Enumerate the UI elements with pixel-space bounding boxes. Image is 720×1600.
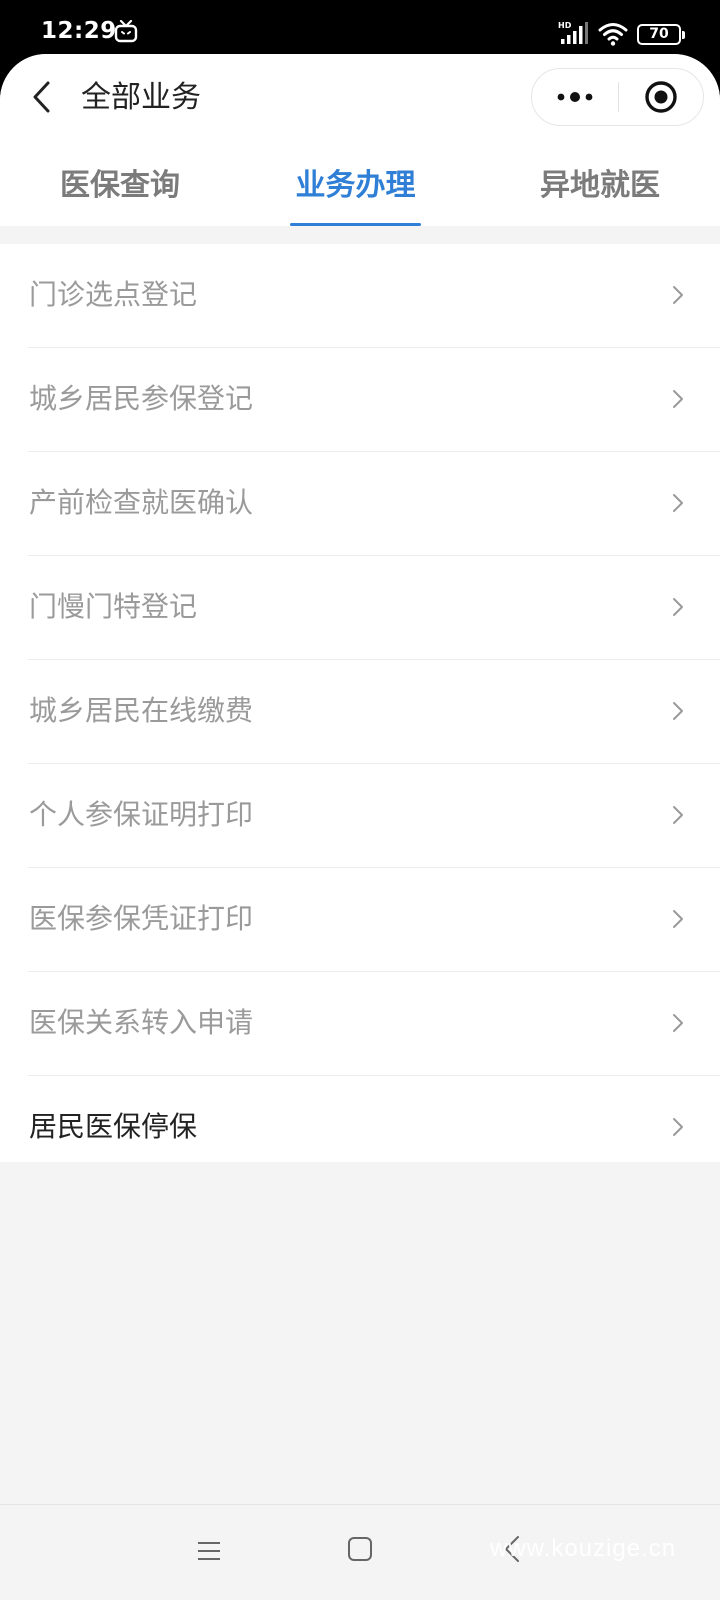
chevron-right-icon xyxy=(673,286,683,304)
service-list: 门诊选点登记 城乡居民参保登记 产前检查就医确认 门慢门特登记 城乡居民在线缴费 xyxy=(0,244,720,1162)
list-item-label: 门诊选点登记 xyxy=(29,278,198,311)
list-item-label: 个人参保证明打印 xyxy=(29,798,254,831)
tab-medical-query[interactable]: 医保查询 xyxy=(60,158,180,226)
chevron-right-icon xyxy=(673,1118,683,1136)
tab-label: 业务办理 xyxy=(295,168,416,203)
phone-screen: 12:29 HD 70 全部业务 医保查询 业务办理 异地就医 门诊选点登记 城… xyxy=(0,0,720,1600)
battery-level: 70 xyxy=(649,26,669,42)
tab-label: 异地就医 xyxy=(540,168,660,203)
list-item-enrollment-certificate-print[interactable]: 个人参保证明打印 xyxy=(0,764,720,868)
header: 全部业务 医保查询 业务办理 异地就医 xyxy=(0,54,720,226)
wifi-icon xyxy=(598,23,628,46)
list-item-suspend-insurance[interactable]: 居民医保停保 xyxy=(0,1076,720,1180)
network-label: HD xyxy=(558,21,572,30)
page-title: 全部业务 xyxy=(81,80,201,115)
status-bar: 12:29 HD 70 xyxy=(0,0,720,58)
list-item-resident-enrollment[interactable]: 城乡居民参保登记 xyxy=(0,348,720,452)
more-dots-icon xyxy=(557,92,593,102)
list-item-outpatient-registration[interactable]: 门诊选点登记 xyxy=(0,244,720,348)
status-time: 12:29 xyxy=(41,18,117,44)
battery-icon: 70 xyxy=(637,24,685,45)
list-item-chronic-special-registration[interactable]: 门慢门特登记 xyxy=(0,556,720,660)
chevron-right-icon xyxy=(673,390,683,408)
home-icon[interactable] xyxy=(347,1536,373,1562)
tv-icon xyxy=(114,20,138,43)
list-item-label: 门慢门特登记 xyxy=(29,590,198,623)
tab-business[interactable]: 业务办理 xyxy=(290,158,421,226)
chevron-right-icon xyxy=(673,1014,683,1032)
list-item-transfer-in-application[interactable]: 医保关系转入申请 xyxy=(0,972,720,1076)
back-button[interactable] xyxy=(20,72,62,122)
mini-program-capsule xyxy=(531,68,704,126)
chevron-left-icon xyxy=(33,81,50,113)
tab-remote-medical[interactable]: 异地就医 xyxy=(540,158,660,226)
list-item-prenatal-confirmation[interactable]: 产前检查就医确认 xyxy=(0,452,720,556)
signal-icon: HD xyxy=(558,21,588,44)
menu-icon[interactable] xyxy=(196,1539,222,1563)
list-item-label: 城乡居民参保登记 xyxy=(29,382,254,415)
chevron-right-icon xyxy=(673,806,683,824)
app-container: 全部业务 医保查询 业务办理 异地就医 门诊选点登记 城乡居民参保登记 产前检查… xyxy=(0,54,720,1600)
tab-bar: 医保查询 业务办理 异地就医 xyxy=(0,158,720,226)
chevron-right-icon xyxy=(673,910,683,928)
chevron-right-icon xyxy=(673,494,683,512)
close-button[interactable] xyxy=(619,69,703,125)
active-tab-indicator xyxy=(290,223,421,226)
list-item-label: 医保关系转入申请 xyxy=(29,1006,254,1039)
list-item-label: 城乡居民在线缴费 xyxy=(29,694,254,727)
more-button[interactable] xyxy=(532,69,618,125)
list-item-online-payment[interactable]: 城乡居民在线缴费 xyxy=(0,660,720,764)
watermark: www.kouzige.cn xyxy=(490,1535,677,1562)
system-nav-bar: www.kouzige.cn xyxy=(0,1504,720,1600)
chevron-right-icon xyxy=(673,598,683,616)
tab-label: 医保查询 xyxy=(60,168,180,203)
chevron-right-icon xyxy=(673,702,683,720)
list-item-label: 居民医保停保 xyxy=(29,1110,198,1143)
list-item-label: 医保参保凭证打印 xyxy=(29,902,254,935)
list-item-insurance-voucher-print[interactable]: 医保参保凭证打印 xyxy=(0,868,720,972)
list-item-label: 产前检查就医确认 xyxy=(29,486,254,519)
target-close-icon xyxy=(645,81,677,113)
